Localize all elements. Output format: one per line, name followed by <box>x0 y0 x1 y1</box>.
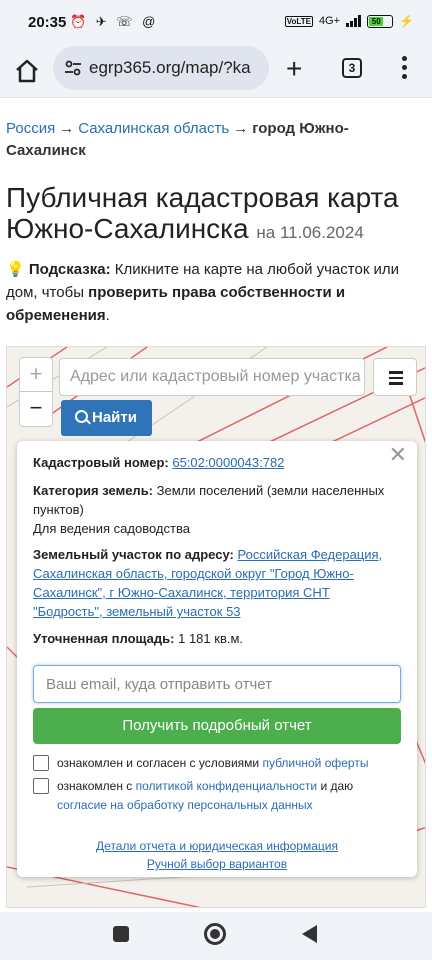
manual-selection-link[interactable]: Ручной выбор вариантов <box>17 855 417 874</box>
address-label: Земельный участок по адресу: <box>33 547 234 562</box>
recents-icon[interactable] <box>113 926 129 942</box>
get-report-button[interactable]: Получить подробный отчет <box>33 708 401 744</box>
cadastral-number-row: Кадастровый номер: 65:02:0000043:782 <box>33 453 393 472</box>
notification-icons: ⏰ ✈ ☏ @ <box>70 14 159 29</box>
status-bar: 20:35 ⏰ ✈ ☏ @ VoLTE 4G+ 50 ⚡ <box>0 0 432 46</box>
cadastral-number-link[interactable]: 65:02:0000043:782 <box>172 455 284 470</box>
browser-toolbar: egrp365.org/map/?ka + 3 <box>0 46 432 98</box>
cadastral-map[interactable]: + − Адрес или кадастровый номер участка … <box>6 346 426 908</box>
home-nav-icon[interactable] <box>204 923 226 945</box>
hint-label: Подсказка: <box>28 261 111 278</box>
battery-icon: 50 <box>367 14 394 28</box>
page-date: на 11.06.2024 <box>256 223 364 242</box>
hint-end: . <box>105 307 110 324</box>
land-category-row: Категория земель: Земли поселений (земли… <box>33 481 393 538</box>
signal-icon <box>346 15 362 27</box>
parcel-info-popup: ✕ Кадастровый номер: 65:02:0000043:782 К… <box>17 441 417 877</box>
network-type: 4G+ <box>318 15 341 27</box>
battery-level: 50 <box>369 16 384 26</box>
agree-privacy-label-b: и даю <box>320 779 354 793</box>
agree-privacy-row: ознакомлен с политикой конфиденциальност… <box>33 777 393 815</box>
privacy-policy-link[interactable]: политикой конфиденциальности <box>136 779 317 793</box>
breadcrumb-separator: → <box>233 120 249 137</box>
area-value: 1 181 кв.м. <box>178 631 244 646</box>
find-button-label: Найти <box>92 409 137 426</box>
find-button[interactable]: Найти <box>61 400 152 436</box>
back-icon[interactable] <box>302 925 317 943</box>
more-menu-icon[interactable] <box>402 56 408 80</box>
zoom-in-button[interactable]: + <box>20 358 52 392</box>
agree-offer-label: ознакомлен и согласен с условиями <box>57 756 260 770</box>
land-category-label: Категория земель: <box>33 483 154 498</box>
report-details-link[interactable]: Детали отчета и юридическая информация <box>17 837 417 856</box>
agree-privacy-checkbox[interactable] <box>33 778 49 794</box>
agree-offer-text: ознакомлен и согласен с условиями публич… <box>57 754 393 773</box>
tab-switcher-button[interactable]: 3 <box>342 58 362 78</box>
zoom-control: + − <box>19 357 53 427</box>
data-processing-consent-link[interactable]: согласие на обработку персональных данны… <box>57 798 313 812</box>
system-nav-bar <box>0 912 432 960</box>
cadastral-number-label: Кадастровый номер: <box>33 455 169 470</box>
status-time: 20:35 <box>28 14 67 31</box>
hint: 💡 Подсказка: Кликните на карте на любой … <box>6 258 426 327</box>
page-title: Публичная кадастровая карта Южно-Сахалин… <box>6 182 426 248</box>
home-icon[interactable] <box>14 58 40 84</box>
agree-offer-row: ознакомлен и согласен с условиями публич… <box>33 754 393 773</box>
breadcrumb-link-region[interactable]: Сахалинская область <box>78 120 229 137</box>
breadcrumb: Россия → Сахалинская область → город Южно-Са… <box>6 118 416 162</box>
volte-icon: VoLTE <box>284 15 313 27</box>
land-use-value: Для ведения садоводства <box>33 521 190 536</box>
agree-offer-checkbox[interactable] <box>33 755 49 771</box>
status-right: VoLTE 4G+ 50 ⚡ <box>284 14 414 28</box>
site-settings-icon[interactable] <box>63 58 83 78</box>
lightbulb-icon: 💡 <box>6 261 25 278</box>
url-text[interactable]: egrp365.org/map/?ka <box>89 58 265 78</box>
email-input[interactable]: Ваш email, куда отправить отчет <box>33 665 401 703</box>
zoom-out-button[interactable]: − <box>20 392 52 426</box>
address-row: Земельный участок по адресу: Российская … <box>33 545 393 621</box>
charging-icon: ⚡ <box>399 14 414 28</box>
breadcrumb-link-russia[interactable]: Россия <box>6 120 55 137</box>
area-label: Уточненная площадь: <box>33 631 175 646</box>
agree-privacy-label-a: ознакомлен с <box>57 779 133 793</box>
search-icon <box>75 410 88 423</box>
breadcrumb-separator: → <box>59 120 75 137</box>
new-tab-icon[interactable]: + <box>286 55 302 83</box>
public-offer-link[interactable]: публичной оферты <box>262 756 368 770</box>
agree-privacy-text: ознакомлен с политикой конфиденциальност… <box>57 777 393 815</box>
layers-menu-button[interactable] <box>373 358 417 396</box>
area-row: Уточненная площадь: 1 181 кв.м. <box>33 629 393 648</box>
address-bar[interactable]: egrp365.org/map/?ka <box>53 46 269 90</box>
search-input[interactable]: Адрес или кадастровый номер участка <box>59 358 365 396</box>
